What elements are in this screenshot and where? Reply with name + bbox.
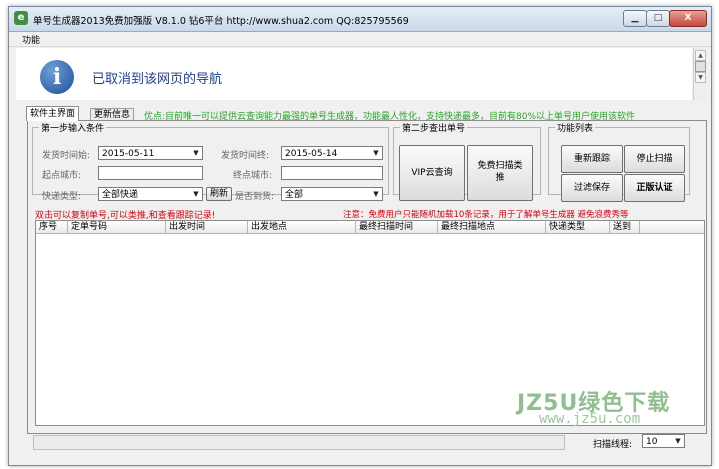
column-header[interactable]: 序号 xyxy=(36,221,68,233)
filter-save-button[interactable]: 过滤保存 xyxy=(561,174,623,202)
close-button[interactable]: X xyxy=(669,10,707,27)
scan-thread-label: 扫描线程: xyxy=(593,440,633,450)
ship-start-label: 发货时间始: xyxy=(42,151,91,161)
watermark-url: www.jz5u.com xyxy=(539,411,641,427)
chevron-down-icon[interactable]: ▼ xyxy=(191,189,201,199)
column-header[interactable]: 送到 xyxy=(610,221,640,233)
chevron-down-icon[interactable]: ▼ xyxy=(673,436,683,446)
retrack-button[interactable]: 重新跟踪 xyxy=(561,145,623,173)
scroll-down-icon[interactable]: ▼ xyxy=(695,72,706,83)
ship-end-label: 发货时间终: xyxy=(221,151,270,161)
genuine-auth-button[interactable]: 正版认证 xyxy=(624,174,685,202)
dest-city-label: 终点城市: xyxy=(233,171,273,181)
arrived-value: 全部 xyxy=(285,190,304,200)
column-header[interactable]: 定单号码 xyxy=(68,221,166,233)
chevron-down-icon[interactable]: ▼ xyxy=(371,189,381,199)
scan-thread-select[interactable]: 10 ▼ xyxy=(642,434,685,448)
refresh-button[interactable]: 刷新 xyxy=(206,187,232,201)
app-icon: e xyxy=(14,11,28,25)
tab-main-interface[interactable]: 软件主界面 xyxy=(26,106,80,121)
maximize-icon: □ xyxy=(653,13,663,23)
step2-group: 第二步查出单号 VIP云查询 免费扫描类推 xyxy=(393,121,541,201)
origin-city-input[interactable] xyxy=(98,166,203,180)
column-header[interactable]: 出发时间 xyxy=(166,221,248,233)
status-bar: 扫描线程: 10 ▼ xyxy=(33,434,705,450)
free-user-warning: 注意：免费用户只能随机加载10条记录，用于了解单号生成器 避免浪费秀等 xyxy=(343,210,629,220)
step1-group: 第一步输入条件 发货时间始: 2015-05-11 ▼ 发货时间终: 2015-… xyxy=(32,121,389,202)
chevron-down-icon[interactable]: ▼ xyxy=(191,148,201,158)
courier-type-select[interactable]: 全部快递 ▼ xyxy=(98,187,203,201)
column-header[interactable]: 出发地点 xyxy=(248,221,356,233)
window-title: 单号生成器2013免费加强版 V8.1.0 钻6平台 http://www.sh… xyxy=(33,16,409,27)
column-header[interactable]: 最终扫描时间 xyxy=(356,221,438,233)
step2-legend: 第二步查出单号 xyxy=(402,124,466,134)
arrived-label: 是否到货: xyxy=(235,192,275,202)
close-icon: X xyxy=(684,13,692,23)
function-list-group: 功能列表 重新跟踪 停止扫描 过滤保存 正版认证 xyxy=(548,121,690,202)
vip-cloud-query-button[interactable]: VIP云查询 xyxy=(399,145,465,201)
column-header[interactable]: 快递类型 xyxy=(546,221,610,233)
minimize-icon: ▁ xyxy=(631,13,639,23)
status-progress-area xyxy=(33,435,565,450)
table-header: 序号 定单号码 出发时间 出发地点 最终扫描时间 最终扫描地点 快递类型 送到 xyxy=(36,221,704,234)
column-header[interactable]: 最终扫描地点 xyxy=(438,221,546,233)
courier-type-value: 全部快递 xyxy=(102,190,139,200)
dest-city-input[interactable] xyxy=(281,166,383,180)
maximize-button[interactable]: □ xyxy=(646,10,670,27)
main-window: e 单号生成器2013免费加强版 V8.1.0 钻6平台 http://www.… xyxy=(8,6,712,466)
scroll-up-icon[interactable]: ▲ xyxy=(695,50,706,61)
jz5u-watermark: JZ5U绿色下载 www.jz5u.com xyxy=(517,385,705,431)
chevron-down-icon[interactable]: ▼ xyxy=(371,148,381,158)
ship-start-value: 2015-05-11 xyxy=(102,149,155,159)
info-scrollbar[interactable]: ▲ ▼ xyxy=(693,48,706,100)
info-banner: i 已取消到该网页的导航 xyxy=(16,48,692,100)
arrived-select[interactable]: 全部 ▼ xyxy=(281,187,383,201)
step1-legend: 第一步输入条件 xyxy=(41,124,105,134)
stop-scan-button[interactable]: 停止扫描 xyxy=(624,145,685,173)
function-list-legend: 功能列表 xyxy=(557,124,594,134)
scan-thread-value: 10 xyxy=(646,437,658,447)
ship-start-date[interactable]: 2015-05-11 ▼ xyxy=(98,146,203,160)
menu-item-function[interactable]: 功能 xyxy=(22,33,40,46)
scroll-thumb[interactable] xyxy=(695,61,706,72)
title-bar[interactable]: e 单号生成器2013免费加强版 V8.1.0 钻6平台 http://www.… xyxy=(9,7,711,32)
ship-end-value: 2015-05-14 xyxy=(285,149,338,159)
info-message: 已取消到该网页的导航 xyxy=(92,72,223,87)
ship-end-date[interactable]: 2015-05-14 ▼ xyxy=(281,146,383,160)
minimize-button[interactable]: ▁ xyxy=(623,10,647,27)
courier-type-label: 快递类型: xyxy=(42,192,82,202)
info-icon: i xyxy=(40,60,74,94)
origin-city-label: 起点城市: xyxy=(42,171,82,181)
free-scan-button[interactable]: 免费扫描类推 xyxy=(467,145,533,201)
menu-bar: 功能 xyxy=(9,32,711,47)
